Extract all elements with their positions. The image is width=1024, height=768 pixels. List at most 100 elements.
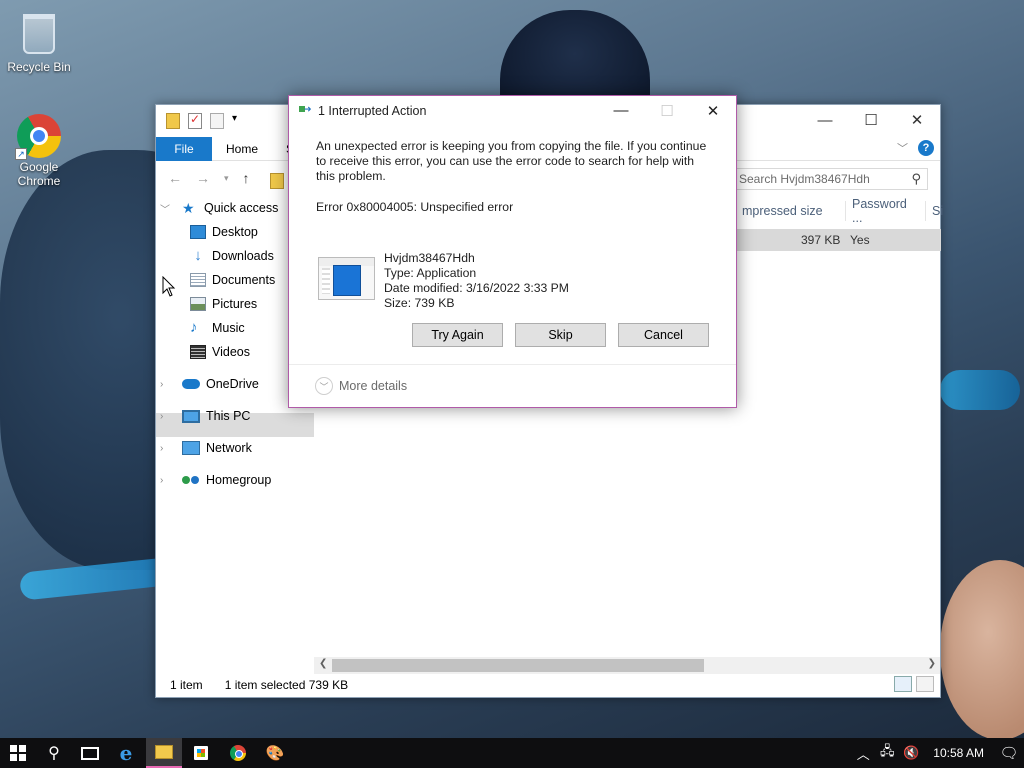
more-details-label: More details: [339, 379, 408, 393]
clock[interactable]: 10:58 AM: [923, 746, 994, 760]
chevron-down-icon[interactable]: ﹀: [160, 201, 170, 216]
properties-icon[interactable]: [188, 112, 202, 129]
scrollbar-thumb[interactable]: [332, 659, 704, 672]
dialog-titlebar[interactable]: 1 Interrupted Action — ☐ ✕: [289, 96, 736, 126]
chevron-right-icon[interactable]: ›: [160, 475, 163, 486]
sidebar-item-label: Quick access: [204, 201, 279, 215]
show-hidden-icons-icon[interactable]: ︿: [851, 738, 875, 768]
folder-icon: [166, 113, 180, 129]
column-size[interactable]: Si: [926, 201, 949, 221]
selection-info: 1 item selected 739 KB: [224, 678, 349, 692]
password-value: Yes: [850, 233, 870, 247]
sidebar-item-label: Network: [206, 441, 252, 455]
close-button[interactable]: ✕: [690, 96, 736, 125]
task-view-button[interactable]: [72, 738, 108, 768]
sidebar-item-desktop[interactable]: Desktop: [190, 221, 258, 243]
sidebar-item-pictures[interactable]: Pictures: [190, 293, 257, 315]
forward-icon[interactable]: →: [196, 170, 210, 186]
action-center-icon[interactable]: 🗨: [994, 738, 1024, 768]
explorer-window-controls: — ☐ ✕: [802, 105, 940, 135]
chevron-right-icon[interactable]: ›: [160, 379, 163, 390]
dialog-title: 1 Interrupted Action: [318, 104, 427, 118]
application-file-icon: [318, 257, 375, 300]
close-button[interactable]: ✕: [894, 105, 940, 135]
sidebar-item-homegroup[interactable]: › Homegroup: [160, 469, 272, 491]
large-icons-view-icon[interactable]: [916, 676, 934, 692]
chevron-right-icon[interactable]: ›: [160, 443, 163, 454]
minimize-button[interactable]: —: [802, 105, 848, 135]
skip-button[interactable]: Skip: [515, 323, 606, 347]
help-icon[interactable]: ?: [918, 140, 934, 156]
network-status-icon[interactable]: 🖧: [875, 738, 899, 768]
sidebar-item-label: Music: [212, 321, 245, 335]
pictures-icon: [190, 297, 206, 311]
cancel-button[interactable]: Cancel: [618, 323, 709, 347]
interrupted-action-dialog: 1 Interrupted Action — ☐ ✕ An unexpected…: [288, 95, 737, 408]
try-again-button[interactable]: Try Again: [412, 323, 503, 347]
quick-access-toolbar: ▾: [166, 112, 242, 129]
horizontal-scrollbar[interactable]: ❮ ❯: [314, 657, 940, 674]
sidebar-item-network[interactable]: › Network: [160, 437, 252, 459]
sidebar-item-this-pc[interactable]: › This PC: [160, 405, 250, 427]
status-bar: 1 item 1 item selected 739 KB: [156, 673, 940, 697]
file-type: Type: Application: [384, 266, 477, 280]
minimize-button[interactable]: —: [598, 96, 644, 125]
column-compressed-size[interactable]: mpressed size: [736, 201, 846, 221]
more-details-toggle[interactable]: ﹀ More details: [315, 377, 407, 395]
details-view-icon[interactable]: [894, 676, 912, 692]
windows-logo-icon: [10, 745, 26, 761]
edge-button[interactable]: e: [108, 738, 144, 768]
tab-file[interactable]: File: [156, 137, 212, 161]
new-folder-icon[interactable]: [210, 113, 224, 129]
file-size: Size: 739 KB: [384, 296, 455, 310]
taskbar: ⚲ e 🎨 ︿ 🖧 🔇 10:58 AM 🗨: [0, 738, 1024, 768]
sidebar-item-quick-access[interactable]: ﹀ ★ Quick access: [160, 197, 279, 219]
chevron-right-icon[interactable]: ›: [160, 411, 163, 422]
search-icon[interactable]: ⚲: [911, 171, 921, 187]
column-password[interactable]: Password ...: [846, 197, 926, 225]
scroll-left-icon[interactable]: ❮: [319, 658, 327, 669]
tab-home[interactable]: Home: [226, 137, 258, 161]
recent-locations-icon[interactable]: ▾: [224, 173, 229, 184]
paint-taskbar-button[interactable]: 🎨: [257, 738, 293, 768]
store-icon: [194, 746, 208, 760]
recycle-bin-icon: [17, 14, 61, 58]
sidebar-item-onedrive[interactable]: › OneDrive: [160, 373, 259, 395]
sidebar-item-documents[interactable]: Documents: [190, 269, 275, 291]
desktop-icon-google-chrome[interactable]: ↗ Google Chrome: [1, 114, 77, 188]
volume-muted-icon[interactable]: 🔇: [899, 738, 923, 768]
sidebar-item-label: Pictures: [212, 297, 258, 311]
music-icon: ♪: [190, 319, 198, 336]
sidebar-item-downloads[interactable]: ↓ Downloads: [190, 245, 274, 267]
documents-icon: [190, 273, 206, 287]
sidebar-item-label: Desktop: [212, 225, 258, 239]
up-icon[interactable]: ↑: [243, 170, 250, 186]
desktop-icon-label: Recycle Bin: [7, 60, 71, 74]
maximize-button[interactable]: ☐: [848, 105, 894, 135]
divider: [289, 364, 736, 365]
search-input[interactable]: Search Hvjdm38467Hdh ⚲: [732, 168, 928, 190]
sidebar-item-label: Homegroup: [206, 473, 272, 487]
item-count: 1 item: [170, 678, 203, 692]
videos-icon: [190, 345, 206, 359]
view-buttons: [894, 676, 934, 692]
maximize-button: ☐: [660, 102, 674, 120]
chrome-taskbar-button[interactable]: [220, 738, 256, 768]
customize-qat-icon[interactable]: ▾: [232, 113, 242, 129]
edge-icon: e: [119, 741, 133, 765]
star-icon: ★: [182, 200, 195, 216]
scroll-right-icon[interactable]: ❯: [928, 658, 936, 669]
table-row[interactable]: 397 KB Yes: [736, 229, 941, 251]
task-view-icon: [81, 746, 99, 760]
sidebar-item-music[interactable]: ♪ Music: [190, 317, 245, 339]
homegroup-icon: [182, 473, 200, 487]
desktop-icon-recycle-bin[interactable]: Recycle Bin: [1, 6, 77, 74]
store-button[interactable]: [183, 738, 219, 768]
back-icon[interactable]: ←: [168, 170, 182, 186]
expand-ribbon-icon[interactable]: ﹀: [897, 140, 908, 156]
wallpaper-light: [940, 370, 1020, 410]
sidebar-item-videos[interactable]: Videos: [190, 341, 250, 363]
file-explorer-taskbar-button[interactable]: [146, 738, 182, 768]
start-button[interactable]: [0, 738, 36, 768]
search-button[interactable]: ⚲: [36, 738, 72, 768]
